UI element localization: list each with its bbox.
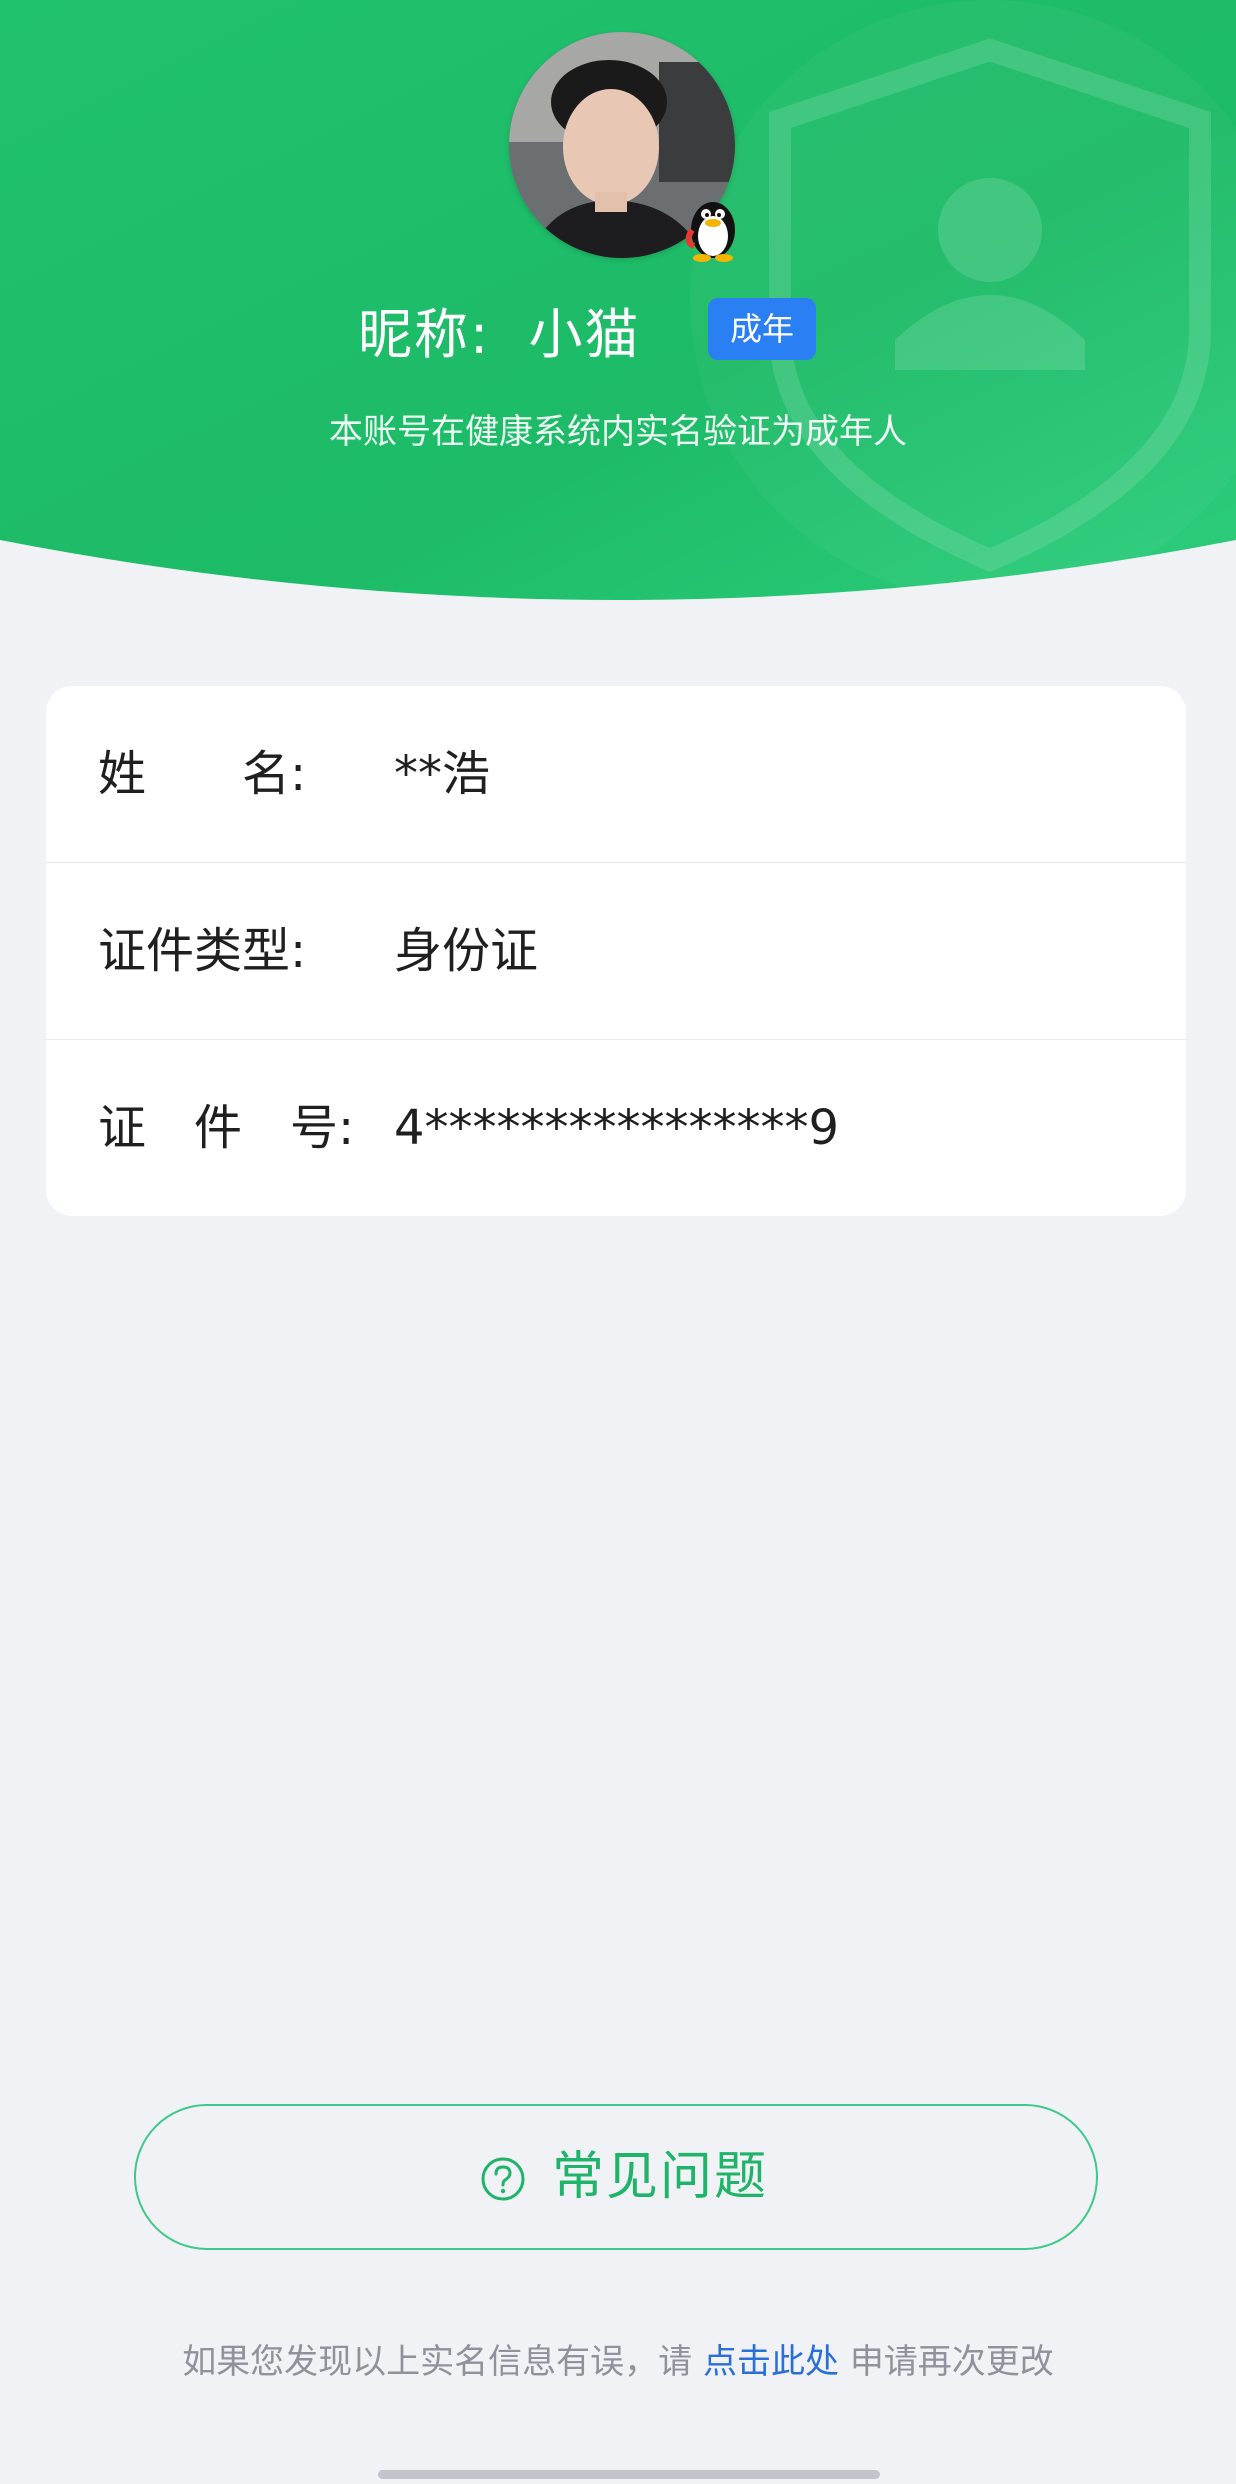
adult-badge: 成年 [708,298,816,360]
faq-button-label: 常见问题 [552,2147,769,2207]
info-row-label: 证件类型: [98,923,307,979]
info-row-value: 4****************9 [394,1100,840,1156]
info-row-value: 身份证 [394,923,539,979]
footer-note: 如果您发现以上实名信息有误，请 点击此处 申请再次更改 [0,2334,1236,2383]
info-row-value: **浩 [394,746,491,802]
info-row-label: 证 件 号: [98,1100,355,1156]
faq-button[interactable]: 常见问题 [134,2104,1098,2250]
verification-subtitle: 本账号在健康系统内实名验证为成年人 [329,412,907,452]
question-circle-icon [481,2157,525,2201]
info-row-id-number: 证 件 号: 4****************9 [46,1040,1186,1216]
nickname: 昵称: 小猫 [358,290,641,369]
change-info-link[interactable]: 点击此处 [703,2342,839,2382]
nickname-row: 昵称: 小猫 成年 [0,282,1236,366]
info-row-name: 姓 名: **浩 [46,686,1186,862]
footer-prefix: 如果您发现以上实名信息有误，请 [182,2342,693,2382]
info-row-label: 姓 名: [98,746,307,802]
info-row-id-type: 证件类型: 身份证 [46,863,1186,1039]
home-indicator[interactable] [378,2470,880,2479]
header-banner: 昵称: 小猫 成年 本账号在健康系统内实名验证为成年人 [0,0,1236,610]
footer-suffix: 申请再次更改 [849,2342,1054,2382]
identity-info-card: 姓 名: **浩 证件类型: 身份证 证 件 号: 4*************… [46,686,1186,1216]
nickname-label: 昵称: [358,303,491,366]
nickname-value: 小猫 [528,303,641,366]
qq-penguin-icon [684,190,742,262]
